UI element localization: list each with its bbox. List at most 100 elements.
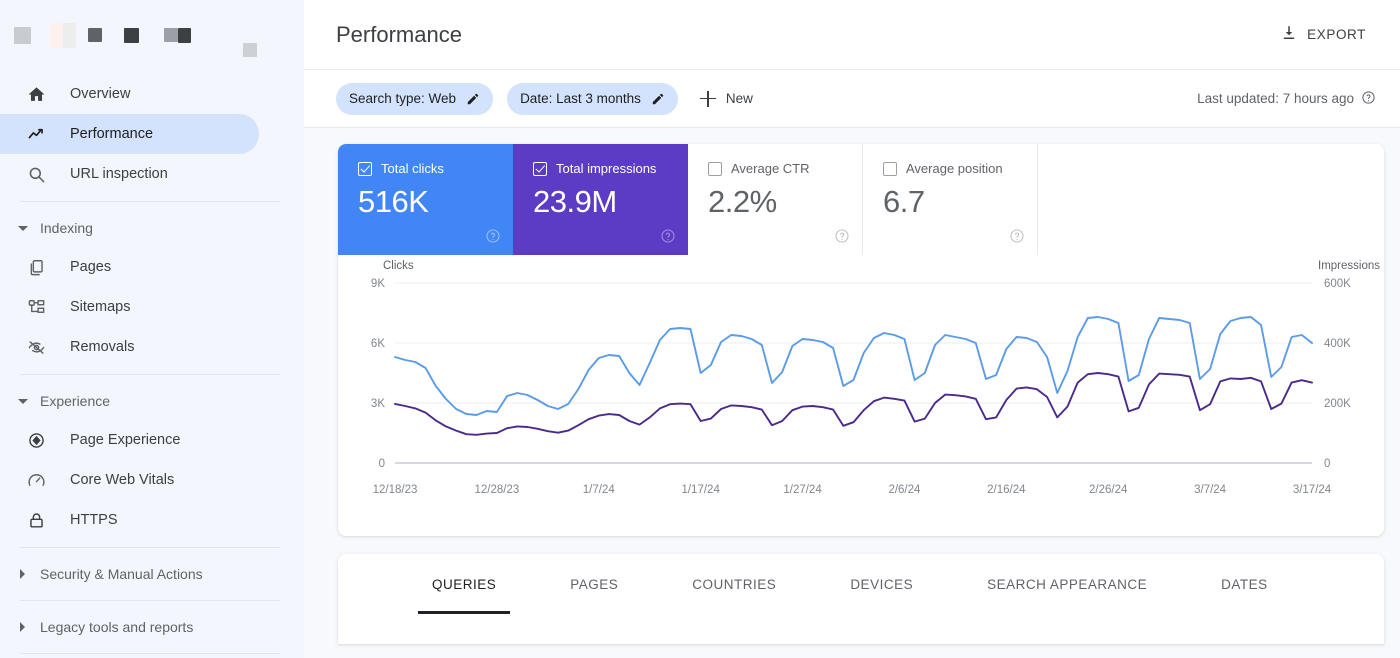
tab-label: PAGES — [570, 576, 619, 592]
svg-text:0: 0 — [379, 458, 385, 470]
redacted-block — [63, 22, 76, 48]
metric-card-average-ctr[interactable]: Average CTR 2.2% — [688, 144, 863, 255]
svg-text:3K: 3K — [371, 398, 385, 410]
redacted-block — [88, 28, 102, 42]
trending-up-icon — [26, 124, 46, 144]
filter-chip-search-type[interactable]: Search type: Web — [336, 82, 494, 115]
sidebar-item-label: Sitemaps — [70, 299, 131, 315]
svg-text:2/6/24: 2/6/24 — [888, 484, 921, 496]
svg-text:400K: 400K — [1324, 338, 1351, 350]
sidebar-item-overview[interactable]: Overview — [0, 74, 259, 114]
help-circle-icon[interactable] — [834, 228, 850, 244]
filter-chip-date[interactable]: Date: Last 3 months — [507, 82, 678, 115]
section-label: Legacy tools and reports — [40, 619, 194, 635]
section-header-indexing[interactable]: Indexing — [0, 209, 304, 247]
help-circle-icon[interactable] — [1009, 228, 1025, 244]
metric-label: Total impressions — [556, 161, 657, 176]
redacted-block — [178, 27, 191, 43]
help-circle-icon[interactable] — [660, 228, 676, 244]
content-area: Total clicks 516K Total impressions 23.9… — [304, 128, 1400, 644]
section-header-experience[interactable]: Experience — [0, 382, 304, 420]
svg-text:9K: 9K — [371, 278, 385, 290]
sidebar-item-removals[interactable]: Removals — [0, 327, 259, 367]
metric-value: 2.2% — [708, 184, 777, 219]
help-circle-icon[interactable] — [1361, 90, 1376, 108]
new-filter-button[interactable]: New — [692, 83, 765, 115]
pencil-icon — [466, 92, 480, 106]
help-circle-icon[interactable] — [485, 228, 501, 244]
new-label: New — [725, 91, 753, 106]
tab-label: DATES — [1221, 576, 1268, 592]
svg-text:3/7/24: 3/7/24 — [1194, 484, 1227, 496]
brand-row[interactable] — [0, 0, 304, 70]
section-header-legacy-tools[interactable]: Legacy tools and reports — [0, 608, 304, 646]
redacted-property-selector[interactable] — [243, 43, 257, 57]
metric-checkbox[interactable] — [533, 161, 547, 176]
dimension-tabs: QUERIES PAGES COUNTRIES DEVICES SEARCH A… — [338, 554, 1384, 644]
sitemap-icon — [26, 297, 46, 317]
performance-line-chart: Clicks Impressions 0 3K 6K 9K 0 200K 400K 600K 12/… — [371, 260, 1380, 496]
metric-checkbox[interactable] — [883, 161, 897, 176]
metric-card-total-impressions[interactable]: Total impressions 23.9M — [513, 144, 688, 255]
metric-card-average-position[interactable]: Average position 6.7 — [863, 144, 1038, 255]
sidebar-item-page-experience[interactable]: Page Experience — [0, 420, 259, 460]
last-updated: Last updated: 7 hours ago — [1197, 90, 1376, 108]
sidebar-item-label: Page Experience — [70, 432, 181, 448]
divider — [20, 547, 280, 548]
redacted-block — [124, 27, 139, 43]
sidebar-item-label: Performance — [70, 126, 154, 142]
tab-spacer — [792, 554, 834, 644]
section-header-security-manual-actions[interactable]: Security & Manual Actions — [0, 555, 304, 593]
plus-icon — [699, 90, 716, 107]
tab-search-appearance[interactable]: SEARCH APPEARANCE — [971, 554, 1163, 614]
tab-spacer — [512, 554, 554, 644]
tab-label: DEVICES — [850, 576, 914, 592]
svg-text:1/7/24: 1/7/24 — [583, 484, 616, 496]
tab-label: COUNTRIES — [692, 576, 777, 592]
sidebar-item-pages[interactable]: Pages — [0, 247, 259, 287]
speedometer-icon — [26, 470, 46, 490]
main-content: Performance EXPORT Search type: Web Date… — [304, 0, 1400, 658]
chevron-right-icon — [18, 622, 28, 632]
lock-icon — [26, 510, 46, 530]
sidebar-item-performance[interactable]: Performance — [0, 114, 259, 154]
export-button[interactable]: EXPORT — [1270, 16, 1376, 53]
redacted-logo-block — [14, 26, 31, 44]
sidebar-item-label: Overview — [70, 86, 131, 102]
tab-queries[interactable]: QUERIES — [416, 554, 512, 614]
page-title: Performance — [336, 21, 462, 47]
metric-card-filler — [1038, 144, 1384, 255]
sidebar-item-core-web-vitals[interactable]: Core Web Vitals — [0, 460, 259, 500]
tab-dates[interactable]: DATES — [1205, 554, 1284, 614]
metric-card-total-clicks[interactable]: Total clicks 516K — [338, 144, 513, 255]
sidebar-item-url-inspection[interactable]: URL inspection — [0, 154, 259, 194]
sidebar-item-sitemaps[interactable]: Sitemaps — [0, 287, 259, 327]
tab-label: SEARCH APPEARANCE — [987, 576, 1148, 592]
tab-devices[interactable]: DEVICES — [834, 554, 929, 614]
metric-value: 23.9M — [533, 184, 617, 219]
svg-text:6K: 6K — [371, 338, 385, 350]
download-icon — [1280, 24, 1298, 45]
metric-head: Average position — [883, 161, 1021, 176]
home-icon — [26, 84, 46, 104]
metric-checkbox[interactable] — [358, 161, 372, 176]
tab-pages[interactable]: PAGES — [554, 554, 634, 614]
metric-value: 516K — [358, 184, 429, 219]
divider — [20, 653, 280, 654]
sidebar: Overview Performance URL inspection Inde… — [0, 0, 304, 658]
page-header: Performance EXPORT — [304, 0, 1400, 70]
pages-icon — [26, 257, 46, 277]
tab-countries[interactable]: COUNTRIES — [676, 554, 792, 614]
sidebar-item-https[interactable]: HTTPS — [0, 500, 259, 540]
metric-cards: Total clicks 516K Total impressions 23.9… — [338, 144, 1384, 255]
chip-label: Search type: Web — [349, 91, 457, 106]
chevron-down-icon — [18, 396, 28, 406]
metric-head: Total clicks — [358, 161, 497, 176]
svg-text:Clicks: Clicks — [383, 260, 414, 272]
metric-checkbox[interactable] — [708, 161, 722, 176]
svg-text:1/27/24: 1/27/24 — [783, 484, 822, 496]
sidebar-item-label: URL inspection — [70, 166, 168, 182]
section-label: Indexing — [40, 220, 93, 236]
divider — [20, 374, 280, 375]
svg-text:3/17/24: 3/17/24 — [1293, 484, 1332, 496]
